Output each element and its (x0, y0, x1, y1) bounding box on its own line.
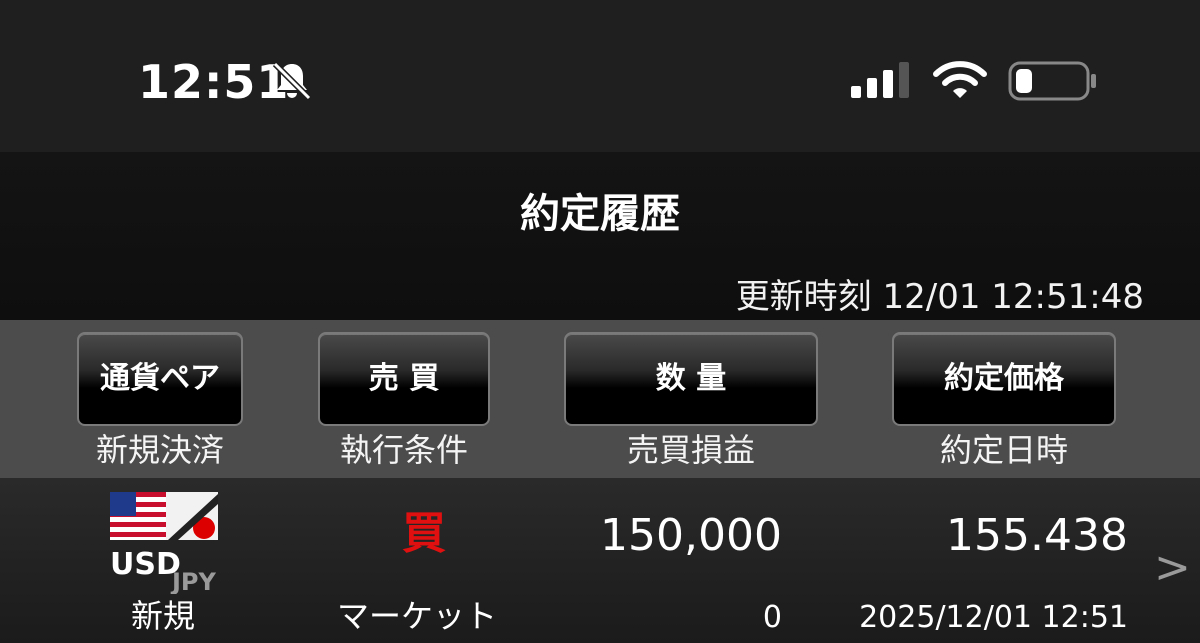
header: 約定履歴 更新時刻 12/01 12:51:48 (0, 152, 1200, 320)
execution-price: 155.438 (946, 510, 1128, 561)
execution-datetime: 2025/12/01 12:51 (859, 600, 1128, 635)
wifi-icon (933, 61, 987, 98)
column-sub-label-new-settle: 新規決済 (95, 431, 224, 469)
trade-pnl: 0 (762, 600, 782, 635)
pair-quote-text: JPY (170, 568, 217, 594)
status-time: 12:51 (138, 55, 290, 109)
column-sub-label-datetime: 約定日時 (939, 431, 1068, 469)
sort-button-quantity[interactable]: 数 量 (564, 332, 818, 426)
trade-type: 新規 (131, 597, 196, 635)
status-bar: 12:51 (0, 0, 1200, 152)
bell-slash-icon (272, 61, 312, 101)
cellular-signal-icon (851, 62, 909, 98)
trade-side: 買 (402, 508, 446, 559)
sort-button-price[interactable]: 約定価格 (892, 332, 1116, 426)
currency-pair-flag-icon: USD JPY (110, 492, 218, 594)
column-header-panel: 通貨ペア 新規決済 売 買 執行条件 数 量 売買損益 約定価格 約定日時 (0, 320, 1200, 478)
column-sub-label-condition: 執行条件 (339, 431, 468, 469)
chevron-right-icon[interactable]: > (1154, 540, 1191, 596)
trade-quantity: 150,000 (600, 510, 782, 561)
sort-button-buy-sell[interactable]: 売 買 (318, 332, 490, 426)
battery-icon (1008, 61, 1096, 101)
page-title: 約定履歴 (520, 191, 680, 237)
sort-button-currency-pair[interactable]: 通貨ペア (77, 332, 243, 426)
screen: 12:51 約定履歴 更新時刻 12/01 12:51:48 通貨ペア 新規決済… (0, 0, 1200, 643)
trade-row[interactable]: USD JPY 新規 買 マーケット 150,000 0 155.438 202… (0, 478, 1200, 643)
update-time: 更新時刻 12/01 12:51:48 (735, 277, 1144, 317)
execution-condition: マーケット (337, 597, 498, 635)
column-sub-label-pnl: 売買損益 (626, 431, 755, 469)
pair-base-text: USD (110, 547, 181, 582)
